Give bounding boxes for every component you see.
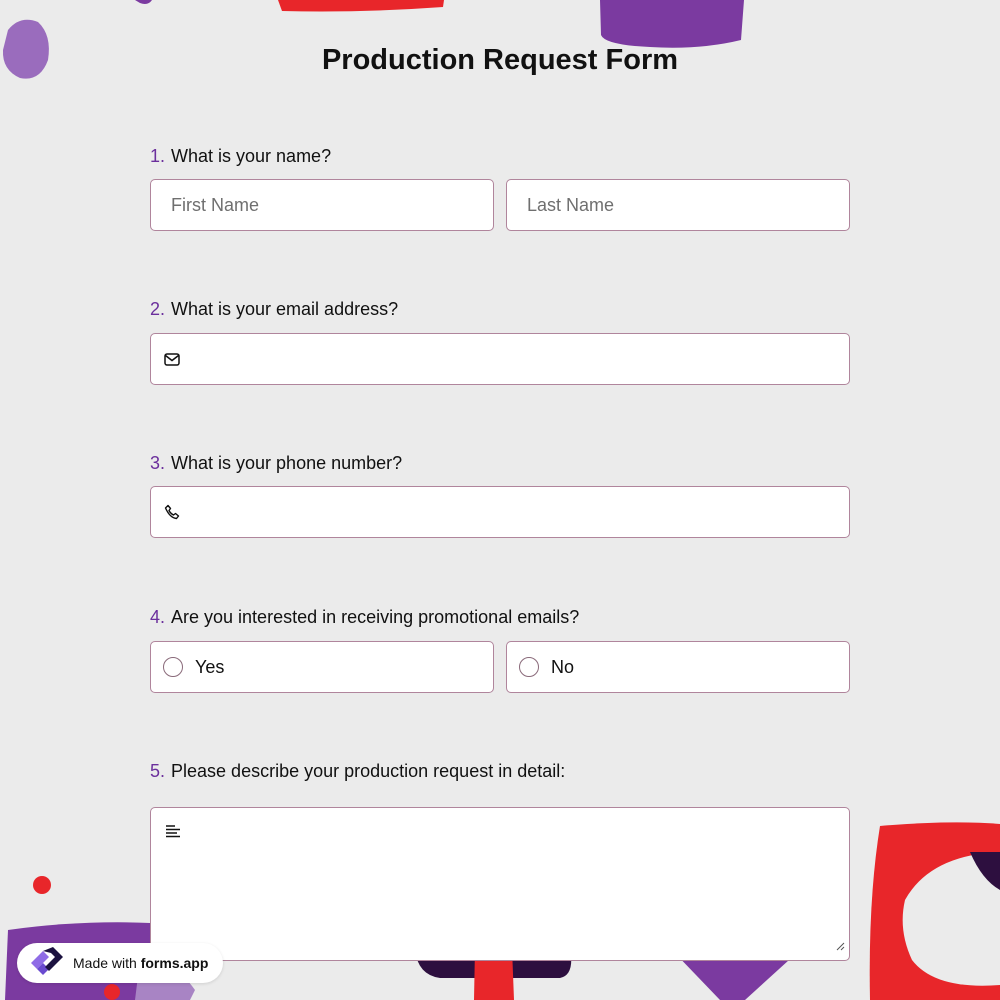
form-title: Production Request Form: [321, 44, 679, 76]
badge-text: Made with forms.app: [73, 955, 208, 971]
last-name-input[interactable]: [507, 180, 849, 230]
radio-label: Yes: [195, 656, 225, 677]
phone-input[interactable]: [192, 487, 849, 537]
first-name-input[interactable]: [151, 180, 493, 230]
text-align-left-icon: [165, 824, 181, 843]
radio-circle[interactable]: [163, 657, 183, 677]
question-label: 3. What is your phone number?: [150, 451, 850, 475]
forms-app-logo-icon: [27, 945, 65, 982]
question-text: What is your phone number?: [171, 453, 403, 473]
made-with-badge[interactable]: Made with forms.app: [17, 943, 223, 983]
resize-handle-icon[interactable]: [835, 938, 845, 956]
radio-label: No: [551, 656, 575, 677]
email-field: [150, 333, 850, 385]
question-text: What is your email address?: [171, 299, 399, 319]
question-label: 4. Are you interested in receiving promot…: [150, 605, 850, 629]
question-text: Are you interested in receiving promotio…: [171, 607, 580, 627]
last-name-field: [506, 179, 850, 231]
email-input[interactable]: [192, 334, 849, 384]
question-number: 2.: [150, 299, 166, 319]
question-label: 1. What is your name?: [150, 144, 850, 168]
question-label: 2. What is your email address?: [150, 297, 850, 321]
question-name: 1. What is your name?: [150, 144, 850, 231]
radio-circle[interactable]: [519, 657, 539, 677]
question-text: Please describe your production request …: [171, 761, 566, 781]
envelope-icon: [151, 352, 192, 366]
question-details: 5. Please describe your production reques…: [150, 759, 850, 961]
question-number: 3.: [150, 453, 166, 473]
details-textarea[interactable]: [150, 807, 850, 961]
phone-icon: [151, 504, 192, 520]
radio-option-no[interactable]: No: [506, 641, 850, 693]
question-text: What is your name?: [171, 146, 332, 166]
question-email: 2. What is your email address?: [150, 297, 850, 385]
first-name-field: [150, 179, 494, 231]
question-phone: 3. What is your phone number?: [150, 451, 850, 538]
question-number: 4.: [150, 607, 166, 627]
phone-field: [150, 486, 850, 538]
question-number: 5.: [150, 761, 166, 781]
radio-option-yes[interactable]: Yes: [150, 641, 494, 693]
question-label: 5. Please describe your production reques…: [150, 759, 850, 783]
question-number: 1.: [150, 146, 166, 166]
badge-prefix: Made with: [73, 955, 137, 971]
question-promo: 4. Are you interested in receiving promot…: [150, 605, 850, 693]
badge-brand: forms.app: [140, 955, 209, 971]
